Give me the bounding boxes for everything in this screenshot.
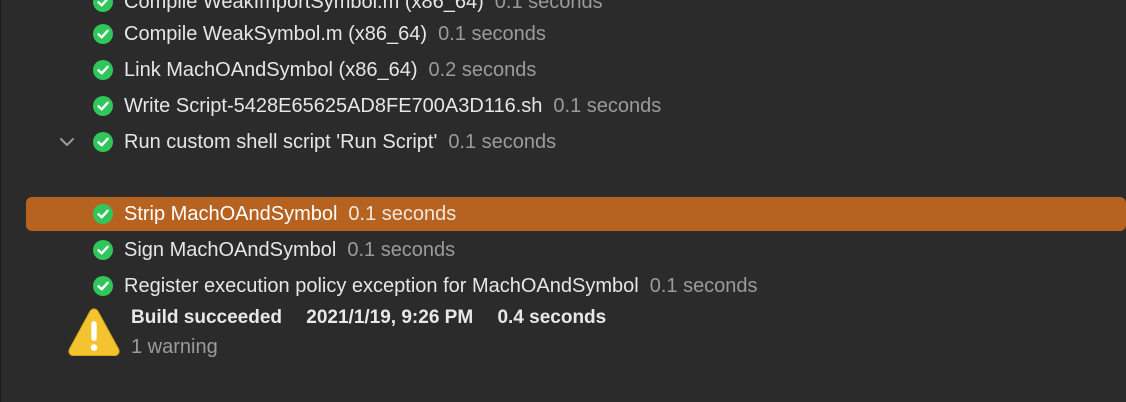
log-row-duration: 0.1 seconds [494,0,603,13]
checkmark-circle-icon [93,24,113,44]
log-row-title: Compile WeakSymbol.m (x86_64) [124,22,428,45]
log-row-run-script[interactable]: Run custom shell script 'Run Script' 0.1… [0,124,1126,160]
build-summary[interactable]: Build succeeded 2021/1/19, 9:26 PM 0.4 s… [0,300,1126,370]
log-row[interactable]: Sign MachOAndSymbol 0.1 seconds [0,232,1126,268]
log-row-duration: 0.1 seconds [348,202,457,225]
build-warning-count: 1 warning [131,336,218,358]
log-row-title: Strip MachOAndSymbol [124,202,338,225]
checkmark-circle-icon [93,60,113,80]
log-row[interactable]: Write Script-5428E65625AD8FE700A3D116.sh… [0,88,1126,124]
log-row-duration: 0.1 seconds [347,238,456,261]
log-row[interactable]: Link MachOAndSymbol (x86_64) 0.2 seconds [0,52,1126,88]
log-row-duration: 0.1 seconds [448,130,557,153]
log-row-title: Link MachOAndSymbol (x86_64) [124,58,418,81]
build-duration: 0.4 seconds [497,307,607,328]
checkmark-circle-icon [93,276,113,296]
checkmark-circle-icon [93,204,113,224]
log-row-title: Write Script-5428E65625AD8FE700A3D116.sh [124,94,543,117]
log-row[interactable]: Register execution policy exception for … [0,268,1126,304]
log-row-duration: 0.2 seconds [428,58,537,81]
build-log-panel: Compile WeakImportSymbol.m (x86_64) 0.1 … [0,0,1126,402]
log-row-title: Register execution policy exception for … [124,274,639,297]
log-row-duration: 0.1 seconds [649,274,758,297]
log-row-title: Sign MachOAndSymbol [124,238,337,261]
log-row-duration: 0.1 seconds [438,22,546,45]
build-status: Build succeeded [131,307,282,328]
log-row-title: Run custom shell script 'Run Script' [124,130,438,153]
log-row-duration: 0.1 seconds [553,94,662,117]
build-summary-line: Build succeeded 2021/1/19, 9:26 PM 0.4 s… [131,307,625,329]
checkmark-circle-icon [93,96,113,116]
checkmark-circle-icon [93,0,113,12]
checkmark-circle-icon [93,132,113,152]
warning-triangle-icon [68,308,120,356]
log-row[interactable]: Compile WeakSymbol.m (x86_64) 0.1 second… [0,16,1126,52]
checkmark-circle-icon [93,240,113,260]
log-row-selected[interactable]: Strip MachOAndSymbol 0.1 seconds [0,196,1126,232]
log-row-title: Compile WeakImportSymbol.m (x86_64) [124,0,484,13]
chevron-down-icon[interactable] [58,133,76,151]
build-datetime: 2021/1/19, 9:26 PM [306,307,474,328]
